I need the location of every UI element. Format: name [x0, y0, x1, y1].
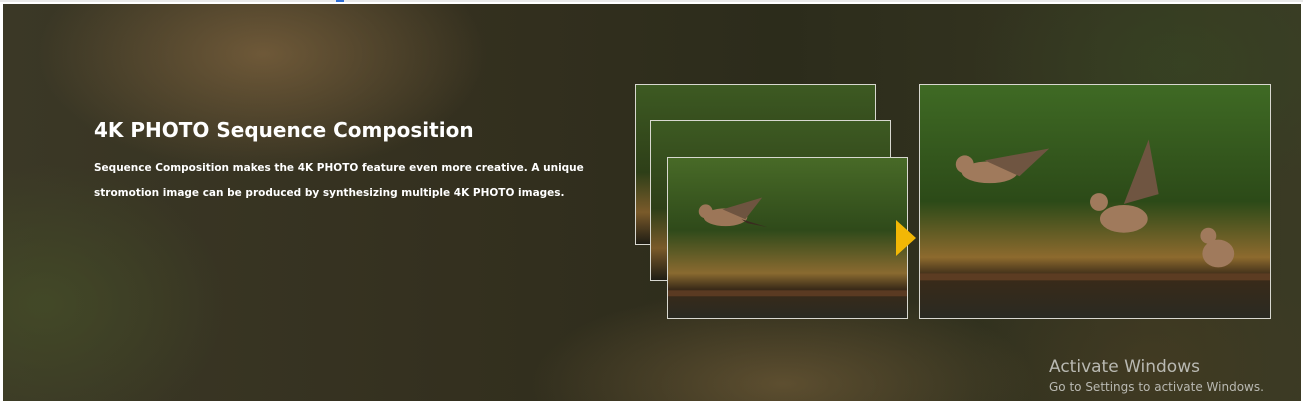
arrow-right-icon: [896, 220, 916, 256]
watermark-title: Activate Windows: [1049, 357, 1200, 377]
windows-activation-watermark: Activate Windows Go to Settings to activ…: [1049, 356, 1264, 396]
composite-result-photo: [919, 84, 1271, 319]
feature-title: 4K PHOTO Sequence Composition: [94, 118, 474, 142]
source-photo-front: [667, 157, 908, 319]
top-link-underline[interactable]: [336, 0, 344, 2]
page-top-border: [0, 0, 1303, 2]
watermark-subtitle: Go to Settings to activate Windows.: [1049, 380, 1264, 394]
feature-description: Sequence Composition makes the 4K PHOTO …: [94, 162, 584, 199]
